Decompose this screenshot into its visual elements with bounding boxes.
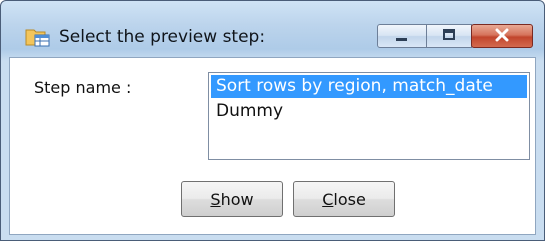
show-button[interactable]: Show <box>181 181 283 217</box>
folder-table-icon <box>25 26 51 48</box>
list-item[interactable]: Dummy <box>211 100 527 123</box>
show-button-label: how <box>220 189 254 209</box>
minimize-button[interactable] <box>377 24 427 48</box>
list-item[interactable]: Sort rows by region, match_date <box>211 75 527 98</box>
close-icon <box>494 27 510 46</box>
step-listbox[interactable]: Sort rows by region, match_date Dummy <box>208 72 530 160</box>
title-bar[interactable]: Select the preview step: <box>1 1 544 57</box>
maximize-button[interactable] <box>426 24 472 48</box>
close-window-button[interactable] <box>471 24 533 48</box>
dialog-body: Step name : Sort rows by region, match_d… <box>9 57 536 235</box>
show-button-mnemonic: S <box>210 189 221 209</box>
dialog-window: Select the preview step: Step name : Sor… <box>0 0 545 241</box>
close-button[interactable]: Close <box>293 181 395 217</box>
step-name-label: Step name : <box>34 78 132 97</box>
close-button-mnemonic: C <box>322 189 334 209</box>
maximize-icon <box>441 27 457 46</box>
close-button-label: lose <box>333 189 366 209</box>
window-title: Select the preview step: <box>59 27 266 47</box>
minimize-icon <box>394 27 410 46</box>
